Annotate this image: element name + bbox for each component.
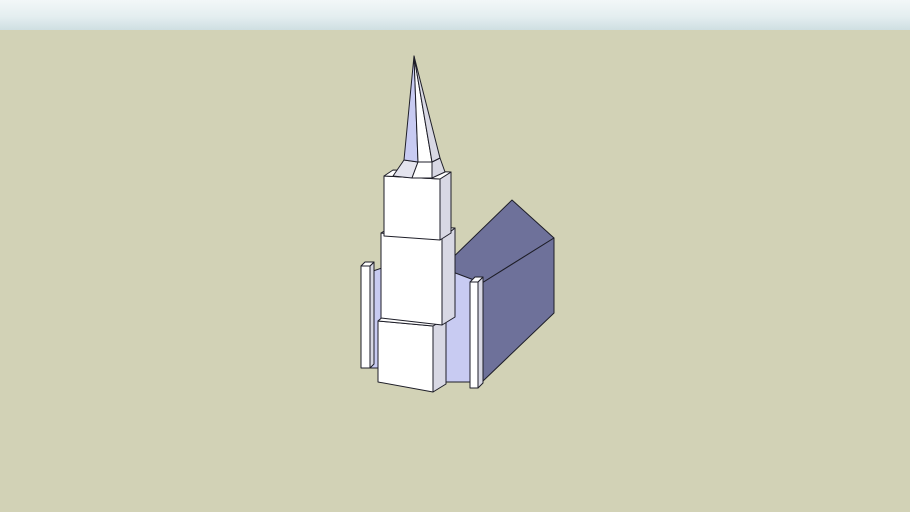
right-pillar-front [469, 281, 479, 389]
left-pillar[interactable] [360, 261, 375, 369]
tower-upper-front [383, 175, 441, 241]
church-nave[interactable] [441, 199, 555, 383]
tower-base-side [432, 317, 447, 393]
tower-base-front [377, 320, 434, 393]
left-pillar-front [360, 265, 371, 369]
tower-middle-side [441, 227, 456, 326]
tower-upper-side [439, 171, 452, 241]
bell-tower[interactable] [377, 169, 456, 393]
right-pillar-side [477, 276, 484, 389]
3d-viewport[interactable] [0, 0, 910, 512]
right-pillar[interactable] [469, 276, 484, 389]
spire[interactable] [392, 55, 446, 179]
tower-middle-front [380, 232, 443, 326]
left-pillar-side [369, 261, 375, 369]
church-model[interactable] [0, 0, 910, 512]
